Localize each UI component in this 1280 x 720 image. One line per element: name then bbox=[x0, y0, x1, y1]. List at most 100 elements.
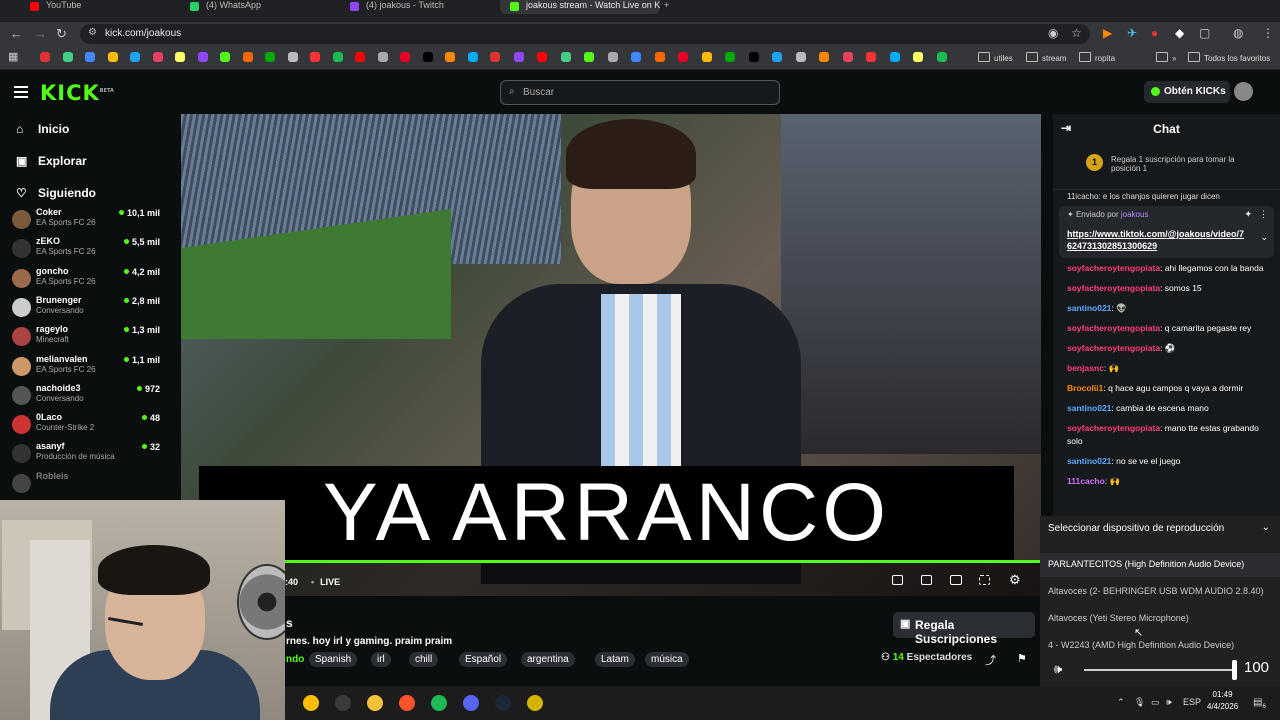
menu-dots-icon[interactable]: ⋮ bbox=[1262, 26, 1274, 40]
bookmark-favicon[interactable] bbox=[819, 52, 829, 62]
chat-message[interactable]: soyfacheroytengoplata: somos 15 bbox=[1067, 282, 1272, 295]
following-channel[interactable]: goncho EA Sports FC 26 4,2 mil bbox=[12, 266, 162, 295]
chevron-down-icon[interactable]: ⌄ bbox=[1260, 232, 1268, 243]
chat-message[interactable]: soyfacheroytengoplata: q camarita pegast… bbox=[1067, 322, 1272, 335]
following-channel[interactable]: Robleis bbox=[12, 471, 162, 500]
notifications-icon[interactable]: ▤6 bbox=[1253, 697, 1266, 710]
bookmark-favicon[interactable] bbox=[631, 52, 641, 62]
audio-device-option[interactable]: Altavoces (Yeti Stereo Microphone) bbox=[1040, 607, 1280, 631]
following-channel[interactable]: melianvalen EA Sports FC 26 1,1 mil bbox=[12, 354, 162, 383]
audio-device-option[interactable]: PARLANTECITOS (High Definition Audio Dev… bbox=[1040, 553, 1280, 577]
forward-icon[interactable]: → bbox=[34, 26, 47, 41]
bookmark-favicon[interactable] bbox=[220, 52, 230, 62]
bookmark-folder-stream[interactable]: stream bbox=[1026, 52, 1066, 63]
chevron-right-icon[interactable]: » bbox=[1156, 52, 1176, 63]
chat-username[interactable]: santino021 bbox=[1067, 403, 1111, 413]
volume-slider[interactable] bbox=[1084, 669, 1234, 671]
bookmark-favicon[interactable] bbox=[107, 52, 118, 62]
chat-message[interactable]: santino021: 👽 bbox=[1067, 302, 1272, 315]
bookmark-favicon[interactable] bbox=[701, 52, 712, 62]
live-badge[interactable]: LIVE bbox=[311, 577, 340, 587]
unpin-icon[interactable]: ✦ bbox=[1244, 209, 1252, 220]
bookmark-favicon[interactable] bbox=[130, 52, 140, 62]
star-icon[interactable]: ☆ bbox=[1071, 26, 1082, 40]
all-bookmarks-folder[interactable]: Todos los favoritos bbox=[1188, 52, 1270, 63]
new-tab-button[interactable]: + bbox=[658, 0, 678, 14]
extension-translate-icon[interactable]: ✈ bbox=[1127, 26, 1137, 40]
following-channel[interactable]: zEKO EA Sports FC 26 5,5 mil bbox=[12, 236, 162, 265]
following-channel[interactable]: asanyf Producción de música 32 bbox=[12, 441, 162, 470]
chat-username[interactable]: soyfacheroytengoplata bbox=[1067, 343, 1160, 353]
audio-device-option[interactable]: 4 - W2243 (AMD High Definition Audio Dev… bbox=[1040, 634, 1280, 654]
bookmark-favicon[interactable] bbox=[795, 52, 806, 62]
bookmark-favicon[interactable] bbox=[265, 52, 275, 62]
stream-category[interactable]: ndo bbox=[286, 654, 304, 665]
stream-tag[interactable]: música bbox=[645, 652, 689, 667]
gift-leaderboard[interactable]: 1 Regala 1 suscripción para tomar la pos… bbox=[1053, 144, 1280, 190]
extensions-icon[interactable]: ▢ bbox=[1199, 26, 1210, 40]
bookmark-favicon[interactable] bbox=[936, 52, 947, 62]
collapse-chat-icon[interactable]: ⇥ bbox=[1061, 121, 1071, 135]
discord-icon[interactable] bbox=[463, 695, 479, 711]
spotify-icon[interactable] bbox=[431, 695, 447, 711]
share-icon[interactable]: ⤴ bbox=[985, 652, 996, 668]
tab-twitch[interactable]: (4) joakous - Twitch bbox=[340, 0, 500, 14]
nav-browse[interactable]: ▣ Explorar bbox=[16, 154, 87, 168]
bookmark-favicon[interactable] bbox=[772, 52, 782, 62]
bookmark-favicon[interactable] bbox=[842, 52, 853, 62]
following-channel[interactable]: 0Laco Counter-Strike 2 48 bbox=[12, 412, 162, 441]
audio-device-option[interactable]: Altavoces (2- BEHRINGER USB WDM AUDIO 2.… bbox=[1040, 580, 1280, 604]
tray-chevron-icon[interactable]: ⌃ bbox=[1117, 697, 1125, 708]
chat-username[interactable]: soyfacheroytengoplata bbox=[1067, 283, 1160, 293]
chat-username[interactable]: santino021 bbox=[1067, 456, 1111, 466]
chat-message[interactable]: santino021: cambia de escena mano bbox=[1067, 402, 1272, 415]
language-indicator[interactable]: ESP bbox=[1183, 697, 1201, 707]
chevron-down-icon[interactable]: ⌄ bbox=[1262, 522, 1270, 533]
bookmark-favicon[interactable] bbox=[584, 52, 594, 62]
bookmark-favicon[interactable] bbox=[467, 52, 478, 62]
user-avatar[interactable] bbox=[1234, 82, 1253, 101]
folder-icon[interactable] bbox=[367, 695, 383, 711]
nav-following[interactable]: ♡ Siguiendo bbox=[16, 186, 96, 200]
extension-ublock-icon[interactable]: ◆ bbox=[1175, 26, 1184, 40]
bookmark-favicon[interactable] bbox=[422, 52, 433, 62]
reload-icon[interactable]: ↻ bbox=[56, 26, 67, 42]
system-clock[interactable]: 01:49 4/4/2026 bbox=[1207, 689, 1238, 713]
chat-username[interactable]: soyfacheroytengoplata bbox=[1067, 323, 1160, 333]
bookmark-favicon[interactable] bbox=[62, 52, 73, 62]
bookmark-favicon[interactable] bbox=[889, 52, 900, 62]
bookmark-favicon[interactable] bbox=[40, 52, 50, 62]
chat-message[interactable]: soyfacheroytengoplata: ahi llegamos con … bbox=[1067, 262, 1272, 275]
stream-tag[interactable]: argentina bbox=[521, 652, 575, 667]
chat-message[interactable]: soyfacheroytengoplata: mano tte estas gr… bbox=[1067, 422, 1272, 448]
microphone-icon[interactable]: 🎙 bbox=[1134, 697, 1145, 708]
bookmark-folder-utiles[interactable]: utiles bbox=[978, 52, 1013, 63]
bookmark-favicon[interactable] bbox=[560, 52, 571, 62]
url-field[interactable]: ⚙ kick.com/joakous bbox=[80, 24, 1090, 44]
chat-username[interactable]: 111cacho bbox=[1067, 476, 1105, 486]
miniplayer-icon[interactable] bbox=[921, 575, 932, 585]
bookmark-favicon[interactable] bbox=[607, 52, 618, 62]
site-info-icon[interactable]: ⚙ bbox=[88, 27, 97, 38]
bookmark-favicon[interactable] bbox=[678, 52, 688, 62]
bookmark-favicon[interactable] bbox=[537, 52, 547, 62]
chat-username[interactable]: benjasnc bbox=[1067, 363, 1104, 373]
stream-tag[interactable]: Latam bbox=[595, 652, 635, 667]
chat-username[interactable]: Brocolii1 bbox=[1067, 383, 1103, 393]
back-icon[interactable]: ← bbox=[10, 26, 23, 41]
bookmark-favicon[interactable] bbox=[400, 52, 410, 62]
bookmark-favicon[interactable] bbox=[332, 52, 343, 62]
following-channel[interactable]: Coker EA Sports FC 26 10,1 mil bbox=[12, 207, 162, 236]
chat-username[interactable]: soyfacheroytengoplata bbox=[1067, 423, 1160, 433]
volume-thumb[interactable] bbox=[1232, 660, 1237, 680]
bookmark-favicon[interactable] bbox=[866, 52, 876, 62]
chrome-icon[interactable] bbox=[303, 695, 319, 711]
tab-youtube[interactable]: YouTube bbox=[20, 0, 190, 14]
chat-message[interactable]: Brocolii1: q hace agu campos q vaya a do… bbox=[1067, 382, 1272, 395]
tab-whatsapp[interactable]: (4) WhatsApp bbox=[180, 0, 345, 14]
chat-username[interactable]: santino021 bbox=[1067, 303, 1111, 313]
bookmark-favicon[interactable] bbox=[725, 52, 735, 62]
pinned-link[interactable]: https://www.tiktok.com/@joakous/video/76… bbox=[1067, 228, 1247, 252]
video-player[interactable]: YA ARRANCO :40 LIVE ⚙ bbox=[181, 114, 1041, 596]
following-channel[interactable]: rageylo Minecraft 1,3 mil bbox=[12, 324, 162, 353]
